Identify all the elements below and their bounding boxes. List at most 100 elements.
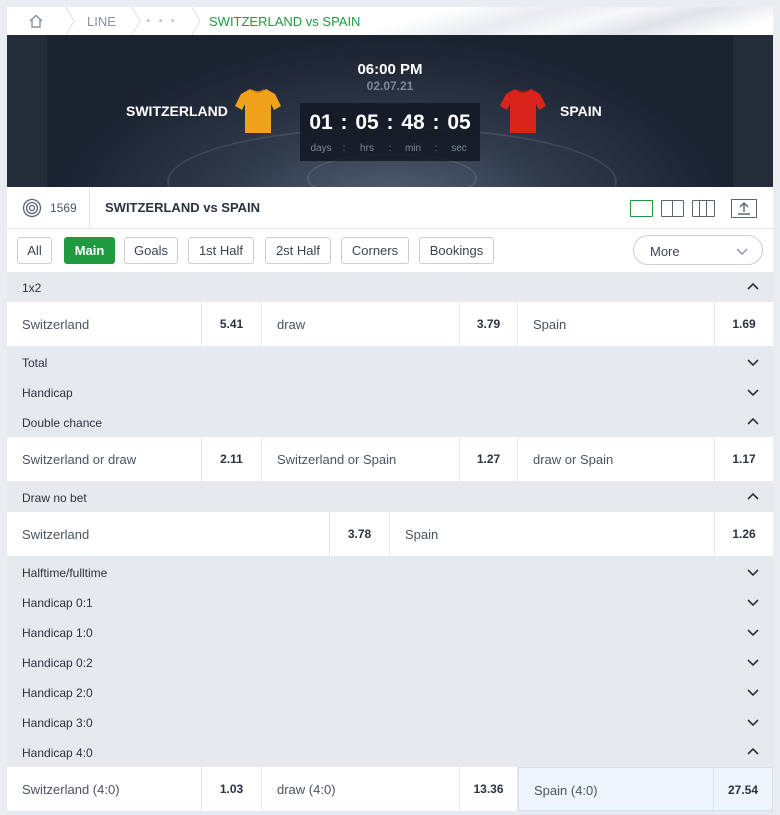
outcome-cell[interactable]: draw or Spain 1.17 (518, 437, 773, 481)
markets-count: 1569 (50, 201, 77, 215)
filter-tab[interactable]: Corners (341, 237, 409, 264)
breadcrumb: LINE • • • SWITZERLAND vs SPAIN (7, 7, 773, 35)
match-time: 06:00 PM (357, 61, 423, 78)
filter-tab[interactable]: Bookings (419, 237, 494, 264)
market-header[interactable]: Halftime/fulltime (7, 557, 773, 587)
chevron-up-icon[interactable] (747, 281, 759, 293)
three-column-layout-button[interactable] (692, 200, 715, 217)
filter-tab[interactable]: Main (64, 237, 115, 264)
outcome-cell[interactable]: draw 3.79 (262, 302, 517, 346)
outcome-cell[interactable]: Switzerland (4:0) 1.03 (7, 767, 261, 811)
outcome-row: Switzerland 5.41 draw 3.79 Spain 1.69 (7, 302, 773, 347)
chevron-down-icon[interactable] (747, 356, 759, 368)
countdown-seconds: 05 (447, 111, 471, 134)
outcome-name: Spain (533, 317, 567, 332)
decorative-swirl (353, 7, 773, 35)
upload-icon[interactable] (731, 199, 757, 218)
outcome-cell[interactable]: Spain (4:0) 27.54 (518, 767, 773, 812)
outcome-odds[interactable]: 1.26 (714, 512, 773, 556)
outcome-name: Spain (4:0) (534, 783, 598, 798)
countdown-days: 01 (309, 111, 333, 134)
chevron-up-icon[interactable] (747, 416, 759, 428)
outcome-cell[interactable]: draw (4:0) 13.36 (262, 767, 517, 811)
outcome-cell[interactable]: Spain 1.26 (390, 512, 773, 556)
outcome-name: draw (4:0) (277, 782, 336, 797)
chevron-down-icon[interactable] (747, 656, 759, 668)
outcome-odds[interactable]: 13.36 (459, 767, 517, 811)
breadcrumb-current: SWITZERLAND vs SPAIN (209, 13, 361, 29)
market-header[interactable]: Total (7, 347, 773, 377)
market-title: 1x2 (22, 281, 42, 295)
outcome-row: Switzerland 3.78 Spain 1.26 (7, 512, 773, 557)
market-title: Handicap 2:0 (22, 686, 93, 700)
market-header[interactable]: Handicap 4:0 (7, 737, 773, 767)
more-dropdown[interactable]: More (633, 235, 763, 265)
outcome-odds[interactable]: 1.17 (714, 437, 773, 481)
outcome-row: Switzerland or draw 2.11 Switzerland or Sp… (7, 437, 773, 482)
market-header[interactable]: Handicap 3:0 (7, 707, 773, 737)
countdown-minutes: 48 (401, 111, 425, 134)
markets-count-icon (22, 198, 42, 218)
event-bar: 1569 SWITZERLAND vs SPAIN (7, 187, 773, 229)
outcome-odds[interactable]: 2.11 (201, 437, 261, 481)
countdown-hours: 05 (355, 111, 379, 134)
breadcrumb-separator-icon (131, 7, 141, 35)
market-header[interactable]: Handicap 2:0 (7, 677, 773, 707)
market-header[interactable]: Handicap 1:0 (7, 617, 773, 647)
chevron-down-icon[interactable] (747, 716, 759, 728)
chevron-down-icon[interactable] (747, 596, 759, 608)
outcome-odds[interactable]: 1.69 (714, 302, 773, 346)
outcome-cell[interactable]: Switzerland 3.78 (7, 512, 389, 556)
one-column-layout-button[interactable] (630, 200, 653, 217)
outcome-name: Switzerland (22, 527, 90, 542)
outcome-odds[interactable]: 1.27 (459, 437, 517, 481)
market-header[interactable]: 1x2 (7, 272, 773, 302)
market-title: Total (22, 356, 48, 370)
market-title: Handicap 0:1 (22, 596, 93, 610)
home-icon[interactable] (7, 7, 65, 35)
market-header[interactable]: Draw no bet (7, 482, 773, 512)
market-header[interactable]: Double chance (7, 407, 773, 437)
outcome-cell[interactable]: Spain 1.69 (518, 302, 773, 346)
countdown-timer: 01 : 05 : 48 : 05 days : hrs : min : sec (300, 103, 480, 161)
market-header[interactable]: Handicap 0:2 (7, 647, 773, 677)
breadcrumb-ellipsis[interactable]: • • • (145, 7, 179, 35)
filter-tab[interactable]: 2st Half (265, 237, 331, 264)
chevron-down-icon[interactable] (747, 686, 759, 698)
breadcrumb-line[interactable]: LINE (87, 7, 116, 35)
chevron-up-icon[interactable] (747, 746, 759, 758)
market-header[interactable]: Handicap 0:1 (7, 587, 773, 617)
outcome-name: Switzerland or draw (22, 452, 137, 467)
outcome-odds[interactable]: 1.03 (201, 767, 261, 811)
market-title: Handicap 1:0 (22, 626, 93, 640)
market-header[interactable]: Handicap (7, 377, 773, 407)
outcome-cell[interactable]: Switzerland or draw 2.11 (7, 437, 261, 481)
breadcrumb-separator-icon (191, 7, 201, 35)
outcome-cell[interactable]: Switzerland 5.41 (7, 302, 261, 346)
filter-tab[interactable]: 1st Half (188, 237, 254, 264)
filter-tab[interactable]: Goals (124, 237, 178, 264)
chevron-up-icon[interactable] (747, 491, 759, 503)
outcome-name: Switzerland (4:0) (22, 782, 120, 797)
markets-list: 1x2 Switzerland 5.41 draw 3.79 Spain 1.69 Total… (7, 272, 773, 812)
two-column-layout-button[interactable] (661, 200, 684, 217)
chevron-down-icon[interactable] (747, 626, 759, 638)
market-filters: All Main Goals 1st Half 2st Half Corners Booki… (7, 229, 773, 272)
chevron-down-icon[interactable] (747, 386, 759, 398)
away-team-name: SPAIN (560, 103, 602, 119)
outcome-name: draw (277, 317, 306, 332)
outcome-row: Switzerland (4:0) 1.03 draw (4:0) 13.36 Spai… (7, 767, 773, 812)
outcome-odds[interactable]: 3.79 (459, 302, 517, 346)
outcome-name: Switzerland or Spain (277, 452, 397, 467)
event-title: SWITZERLAND vs SPAIN (105, 200, 261, 215)
outcome-odds[interactable]: 3.78 (329, 512, 389, 556)
chevron-down-icon[interactable] (747, 566, 759, 578)
home-team-name: SWITZERLAND (126, 103, 228, 119)
outcome-odds[interactable]: 27.54 (713, 768, 772, 812)
outcome-cell[interactable]: Switzerland or Spain 1.27 (262, 437, 517, 481)
outcome-odds[interactable]: 5.41 (201, 302, 261, 346)
market-title: Handicap 4:0 (22, 746, 93, 760)
filter-tab[interactable]: All (17, 237, 52, 264)
market-title: Double chance (22, 416, 103, 430)
chevron-down-icon (736, 248, 748, 255)
